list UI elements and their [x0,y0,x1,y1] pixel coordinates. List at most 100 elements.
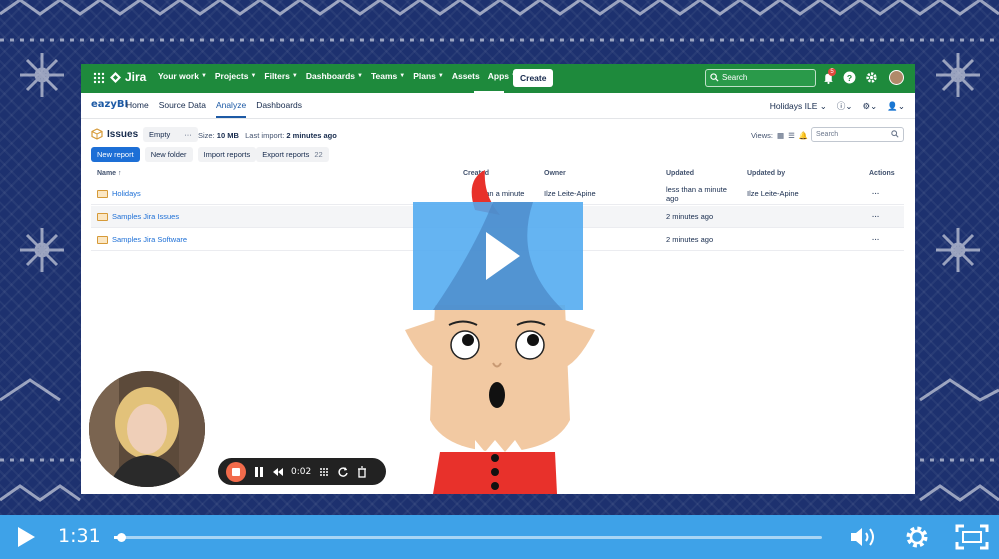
tab-home[interactable]: Home [126,100,149,118]
volume-icon[interactable] [849,525,879,549]
nav-label: Dashboards [305,71,355,81]
export-label: Export reports [262,150,310,159]
new-report-button[interactable]: New report [91,147,140,162]
tab-source-data[interactable]: Source Data [159,100,206,118]
row-actions-icon[interactable]: ··· [872,212,880,221]
rewind-icon[interactable] [272,466,284,478]
grid-view-icon[interactable]: ▦ [777,131,784,140]
row-name[interactable]: Samples Jira Issues [97,212,179,221]
restart-icon[interactable] [337,466,349,478]
import-reports-button[interactable]: Import reports [197,147,257,162]
settings-gear-icon[interactable] [865,71,878,84]
nav-dashboards[interactable]: Dashboards ▼ [306,71,363,81]
nav-teams[interactable]: Teams ▼ [371,71,405,81]
row-updated-by: Ilze Leite-Apine [747,189,799,198]
nav-label: Filters [264,71,290,81]
account-info: Size: 10 MB Last import: 2 minutes ago [198,131,337,140]
elf-button [491,454,499,462]
top-navigation: Your work ▼ Projects ▼ Filters ▼ Dashboards… [158,71,525,81]
nav-projects[interactable]: Projects ▼ [215,71,257,81]
elf-mouth [489,382,505,408]
empty-button[interactable]: Empty ··· [143,127,198,142]
recording-time: 0:02 [291,466,312,477]
jira-search-input[interactable]: Search [705,69,816,87]
play-icon [433,202,563,310]
chevron-down-icon: ▼ [356,73,363,79]
svg-text:?: ? [847,73,852,83]
chevron-down-icon: ▼ [250,73,257,79]
row-name[interactable]: Samples Jira Software [97,235,187,244]
col-updated-by[interactable]: Updated by [747,170,785,177]
jira-logo[interactable]: Jira [110,70,146,84]
views-label: Views: [751,131,773,140]
grid-dots-icon[interactable] [318,466,330,478]
eazybi-tabs: Home Source Data Analyze Dashboards [126,100,312,118]
current-time: 1:31 [58,525,101,547]
presenter-video [89,371,205,487]
user-avatar[interactable] [889,70,904,85]
tab-dashboards[interactable]: Dashboards [256,100,302,118]
chevron-down-icon: ▼ [437,73,444,79]
video-play-button[interactable] [413,202,583,310]
settings-menu-icon[interactable]: ⚙⌄ [863,101,878,112]
progress-handle[interactable] [117,533,127,542]
trash-icon[interactable] [356,465,368,478]
nav-assets[interactable]: Assets [452,71,480,81]
fullscreen-icon[interactable] [955,524,989,550]
row-actions-icon[interactable]: ··· [872,189,880,198]
search-icon [891,130,899,138]
search-placeholder: Search [816,131,839,138]
notification-icon[interactable]: 🔔 [799,131,808,140]
row-actions-icon[interactable]: ··· [872,235,880,244]
recorder-controls: 0:02 [218,458,386,485]
help-menu-icon[interactable]: ⓘ⌄ [837,100,853,112]
account-name: Holidays ILE [769,100,818,111]
nav-filters[interactable]: Filters ▼ [264,71,297,81]
row-name[interactable]: Holidays [97,189,141,198]
play-icon[interactable] [14,525,38,549]
user-menu-icon[interactable]: 👤⌄ [887,101,905,112]
tab-analyze[interactable]: Analyze [215,100,247,118]
export-reports-button[interactable]: Export reports 22 [256,147,329,162]
list-view-icon[interactable]: ☰ [788,131,795,140]
app-switcher-icon[interactable] [93,72,105,84]
progress-bar[interactable] [114,533,822,542]
elf-button [491,468,499,476]
page-title-text: Issues [107,128,139,140]
nav-plans[interactable]: Plans ▼ [413,71,444,81]
account-selector[interactable]: Holidays ILE ⌄ [770,101,827,112]
nav-your-work[interactable]: Your work ▼ [158,71,207,81]
col-actions: Actions [869,170,895,177]
chevron-down-icon: ▼ [200,73,207,79]
notification-badge: 5 [828,68,836,76]
row-name-text: Holidays [112,189,141,198]
col-updated[interactable]: Updated [666,170,694,177]
more-icon[interactable]: ··· [184,127,192,142]
webcam-bubble[interactable] [86,368,208,490]
create-button[interactable]: Create [513,69,554,87]
elf-face [430,305,570,452]
chevron-down-icon: ▼ [399,73,406,79]
folder-icon [97,235,108,244]
settings-gear-icon[interactable] [904,524,930,550]
elf-button [491,482,499,490]
eazybi-nav-bar: eazyBI Home Source Data Analyze Dashboar… [81,93,915,119]
nav-label: Your work [158,71,199,81]
eazybi-logo[interactable]: eazyBI [91,99,128,110]
page-title: Issues [91,128,138,140]
jira-brand-text: Jira [125,70,147,84]
pause-icon[interactable] [253,466,265,478]
size-label: Size: [198,131,215,140]
row-name-text: Samples Jira Software [112,235,188,244]
search-icon [710,73,719,82]
help-icon[interactable]: ? [843,71,856,84]
export-count: 22 [314,150,323,159]
new-folder-button[interactable]: New folder [144,147,193,162]
col-name[interactable]: Name ↑ [97,170,122,177]
video-player-controls: 1:31 [0,515,999,559]
views-switcher: Views: ▦ ☰ 🔔 [751,131,808,140]
last-import-label: Last import: [245,131,285,140]
stop-recording-button[interactable] [226,461,246,482]
reports-search-input[interactable]: Search [811,127,904,142]
nav-label: Teams [370,71,398,81]
